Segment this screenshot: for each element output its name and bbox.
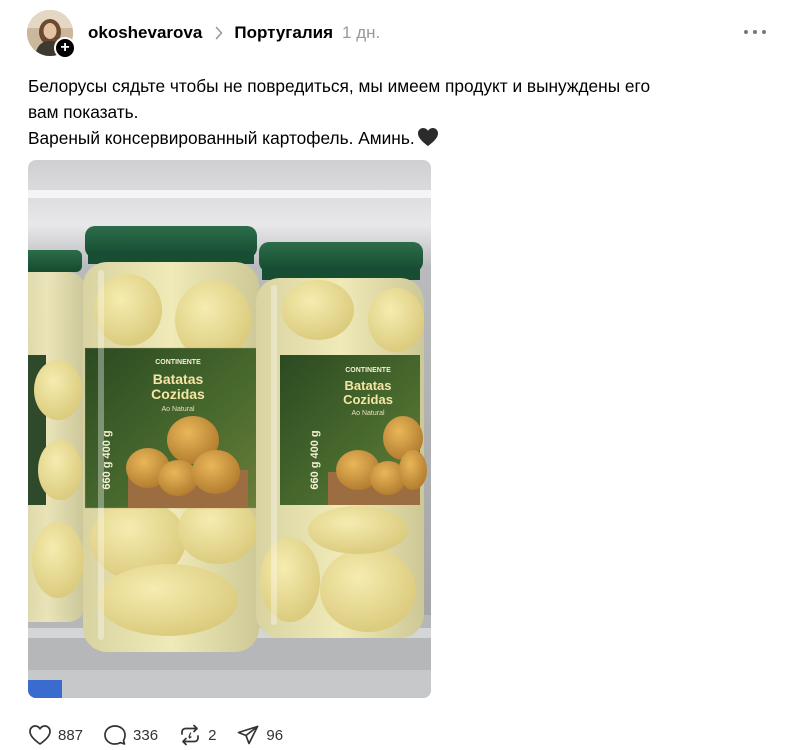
dot-icon [744,30,748,34]
label-brand-text: CONTINENTE [345,367,391,374]
share-count: 96 [266,726,284,744]
chevron-right-icon [216,26,223,40]
label-brand-text: CONTINENTE [155,359,201,366]
repost-button[interactable]: 2 [178,724,216,746]
post-timestamp[interactable]: 1 дн. [342,23,380,43]
follow-plus-icon[interactable]: + [54,37,76,59]
username-link[interactable]: okoshevarova [88,23,202,43]
post-header: okoshevarova Португалия 1 дн. [88,21,380,45]
label-subtitle-text: Ao Natural [161,406,195,413]
post-text-line: вам показать. [28,102,139,122]
post-image[interactable]: CONTINENTE Batatas Cozidas Ao Natural 66… [28,160,431,698]
post-text-line: Вареный консервированный картофель. Амин… [28,128,415,148]
label-title-text: Cozidas [151,386,205,402]
comment-icon [104,725,126,745]
label-title-text: Batatas [153,371,204,387]
post-text: Белорусы сядьте чтобы не повредиться, мы… [28,73,728,154]
black-heart-icon [417,127,439,154]
repost-icon [181,724,199,746]
label-subtitle-text: Ao Natural [351,410,385,417]
dot-icon [753,30,757,34]
dot-icon [762,30,766,34]
heart-icon [29,725,51,745]
like-button[interactable]: 887 [28,724,83,746]
label-title-text: Batatas [345,378,392,393]
post-text-line-with-emoji: Вареный консервированный картофель. Амин… [28,125,728,154]
post-text-line: Белорусы сядьте чтобы не повредиться, мы… [28,76,651,96]
like-count: 887 [58,726,84,744]
thread-post: + okoshevarova Португалия 1 дн. Белорусы… [0,0,793,750]
comment-count: 336 [133,726,159,744]
label-weight-text: 660 g 400 g [309,430,321,489]
share-button[interactable]: 96 [236,724,283,746]
topic-link[interactable]: Португалия [234,23,333,43]
repost-count: 2 [208,726,217,744]
action-bar: 887 336 2 96 [28,722,303,748]
label-title-text: Cozidas [343,392,393,407]
avatar-container[interactable]: + [27,10,76,59]
more-options-button[interactable] [744,26,766,38]
comment-button[interactable]: 336 [103,724,158,746]
send-icon [238,725,259,745]
